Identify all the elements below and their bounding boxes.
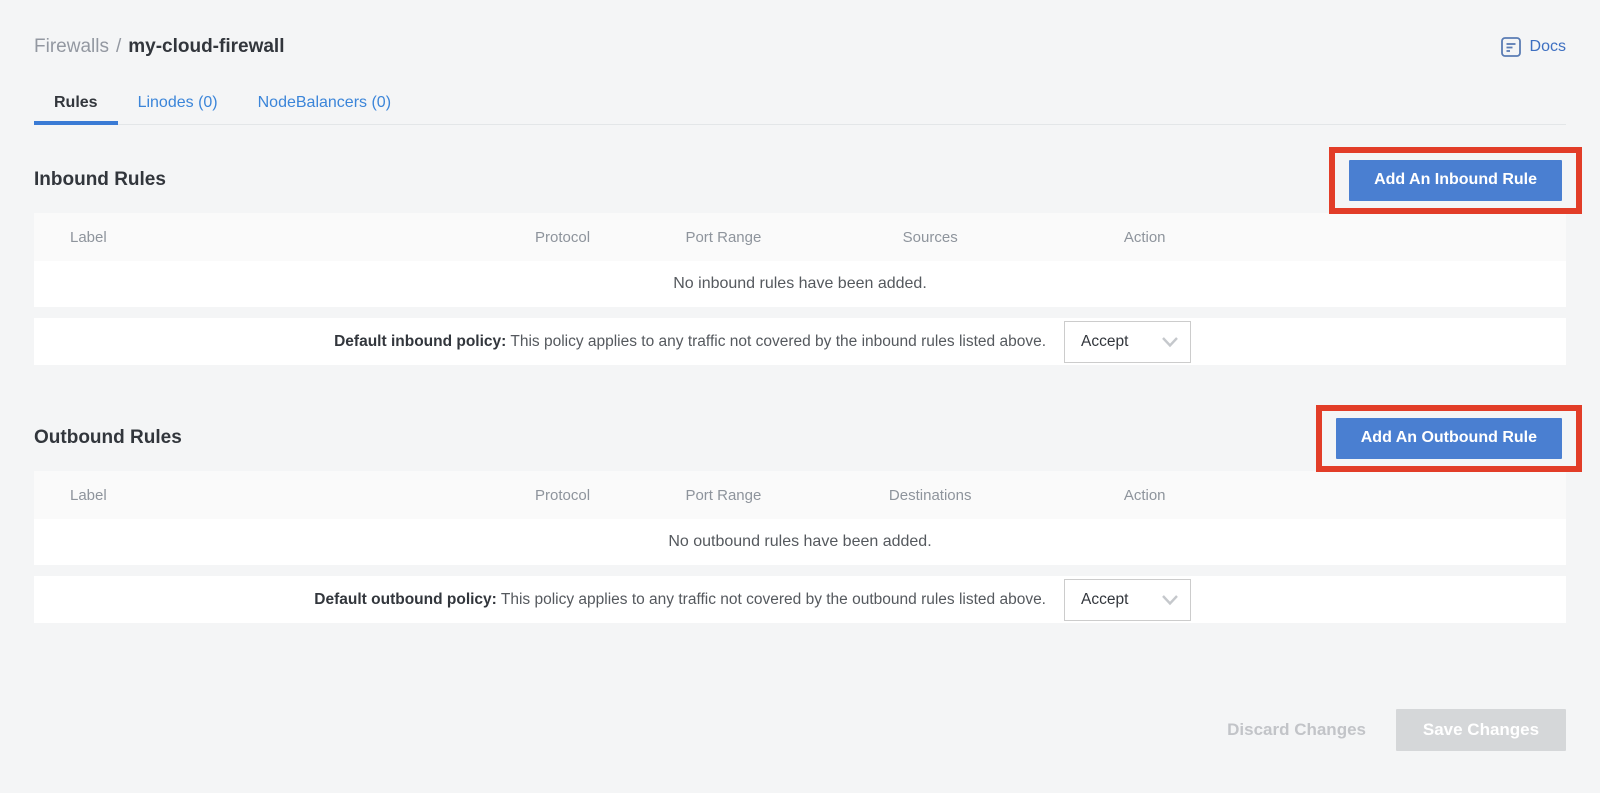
docs-link[interactable]: Docs — [1500, 36, 1566, 58]
outbound-empty-message: No outbound rules have been added. — [34, 519, 1566, 565]
discard-changes-button[interactable]: Discard Changes — [1227, 720, 1366, 740]
outbound-rules-title: Outbound Rules — [34, 427, 182, 449]
breadcrumb: Firewalls / my-cloud-firewall — [34, 36, 284, 58]
inbound-rules-table: Label Protocol Port Range Sources Action… — [34, 213, 1566, 365]
column-header-sources: Sources — [815, 229, 1045, 246]
outbound-policy-select[interactable]: Accept — [1064, 579, 1191, 621]
tab-rules[interactable]: Rules — [34, 84, 118, 124]
column-header-label: Label — [34, 229, 494, 246]
inbound-policy-label: Default inbound policy: — [334, 333, 506, 350]
red-highlight-annotation-outbound: Add An Outbound Rule — [1316, 405, 1582, 472]
inbound-empty-message: No inbound rules have been added. — [34, 261, 1566, 307]
docs-icon — [1500, 36, 1522, 58]
tab-linodes[interactable]: Linodes (0) — [118, 84, 238, 124]
breadcrumb-firewalls-link[interactable]: Firewalls — [34, 36, 109, 58]
inbound-table-header: Label Protocol Port Range Sources Action — [34, 213, 1566, 261]
inbound-default-policy-row: Default inbound policy: This policy appl… — [34, 318, 1566, 365]
firewall-detail-page: Firewalls / my-cloud-firewall Docs Rules… — [0, 0, 1600, 793]
page-header: Firewalls / my-cloud-firewall Docs — [34, 0, 1566, 64]
inbound-rules-section-header: Inbound Rules Add An Inbound Rule — [34, 147, 1566, 213]
inbound-policy-text: This policy applies to any traffic not c… — [510, 333, 1046, 350]
outbound-table-header: Label Protocol Port Range Destinations A… — [34, 471, 1566, 519]
chevron-down-icon — [1161, 336, 1179, 348]
column-header-destinations: Destinations — [815, 487, 1045, 504]
tab-bar: Rules Linodes (0) NodeBalancers (0) — [34, 84, 1566, 125]
inbound-rules-title: Inbound Rules — [34, 169, 166, 191]
inbound-policy-selected-value: Accept — [1081, 333, 1128, 351]
outbound-policy-label: Default outbound policy: — [314, 591, 497, 608]
add-outbound-rule-button[interactable]: Add An Outbound Rule — [1336, 418, 1562, 459]
form-actions: Discard Changes Save Changes — [34, 709, 1566, 751]
outbound-rules-table: Label Protocol Port Range Destinations A… — [34, 471, 1566, 623]
outbound-default-policy-row: Default outbound policy: This policy app… — [34, 576, 1566, 623]
row-divider — [34, 307, 1566, 318]
column-header-action: Action — [1045, 487, 1244, 504]
outbound-policy-description: Default outbound policy: This policy app… — [314, 591, 1046, 609]
column-header-protocol: Protocol — [494, 487, 632, 504]
tab-nodebalancers[interactable]: NodeBalancers (0) — [238, 84, 411, 124]
inbound-policy-description: Default inbound policy: This policy appl… — [334, 333, 1046, 351]
column-header-action: Action — [1045, 229, 1244, 246]
outbound-policy-text: This policy applies to any traffic not c… — [501, 591, 1046, 608]
breadcrumb-separator: / — [116, 36, 121, 58]
outbound-policy-selected-value: Accept — [1081, 591, 1128, 609]
inbound-policy-select[interactable]: Accept — [1064, 321, 1191, 363]
row-divider — [34, 565, 1566, 576]
save-changes-button[interactable]: Save Changes — [1396, 709, 1566, 751]
column-header-port-range: Port Range — [631, 487, 815, 504]
column-header-port-range: Port Range — [631, 229, 815, 246]
column-header-label: Label — [34, 487, 494, 504]
column-header-protocol: Protocol — [494, 229, 632, 246]
chevron-down-icon — [1161, 594, 1179, 606]
breadcrumb-current-firewall: my-cloud-firewall — [128, 36, 284, 58]
outbound-rules-section-header: Outbound Rules Add An Outbound Rule — [34, 405, 1566, 471]
add-inbound-rule-button[interactable]: Add An Inbound Rule — [1349, 160, 1562, 201]
docs-label: Docs — [1530, 38, 1566, 56]
red-highlight-annotation-inbound: Add An Inbound Rule — [1329, 147, 1582, 214]
